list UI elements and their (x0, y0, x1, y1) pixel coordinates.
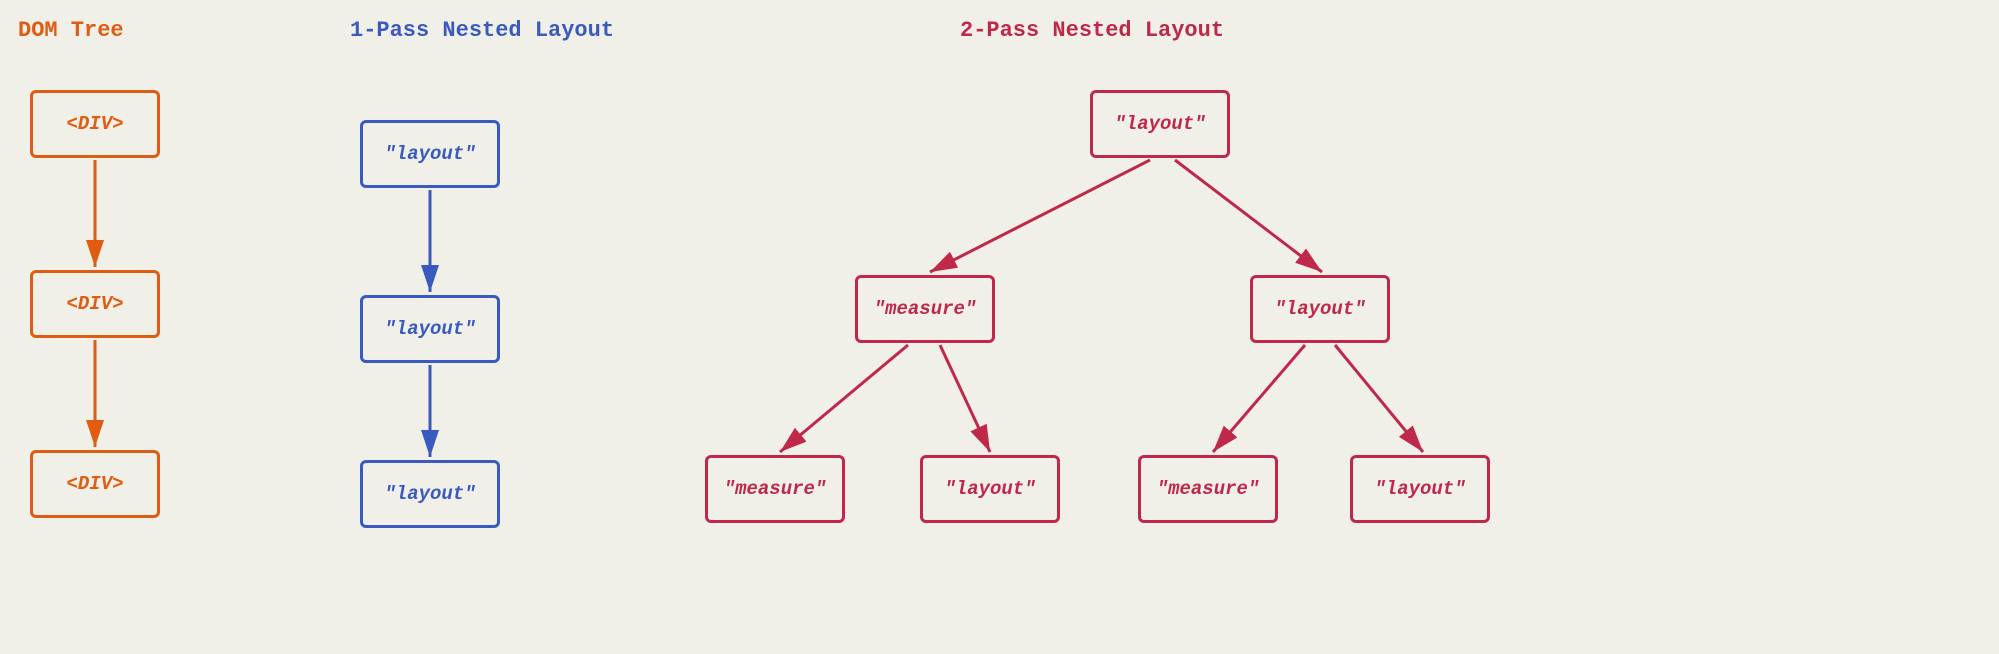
twopass-l3-layout2: "layout" (1350, 455, 1490, 523)
title-2pass: 2-Pass Nested Layout (960, 18, 1224, 43)
title-dom-tree: DOM Tree (18, 18, 124, 43)
title-1pass: 1-Pass Nested Layout (350, 18, 614, 43)
twopass-arrow-root-measure (930, 160, 1150, 272)
dom-node-3: <DIV> (30, 450, 160, 518)
twopass-arrow-layout-m2 (1213, 345, 1305, 452)
dom-node-1: <DIV> (30, 90, 160, 158)
twopass-root: "layout" (1090, 90, 1230, 158)
twopass-l3-layout1: "layout" (920, 455, 1060, 523)
twopass-arrow-measure-l1 (940, 345, 990, 452)
onepass-node-1: "layout" (360, 120, 500, 188)
diagram-container: DOM Tree 1-Pass Nested Layout 2-Pass Nes… (0, 0, 1999, 654)
onepass-node-2: "layout" (360, 295, 500, 363)
dom-node-2: <DIV> (30, 270, 160, 338)
twopass-l2-layout: "layout" (1250, 275, 1390, 343)
twopass-arrow-measure-m1 (780, 345, 908, 452)
twopass-arrow-root-layout (1175, 160, 1322, 272)
twopass-arrow-layout-l2 (1335, 345, 1423, 452)
twopass-l3-measure2: "measure" (1138, 455, 1278, 523)
onepass-node-3: "layout" (360, 460, 500, 528)
twopass-l3-measure1: "measure" (705, 455, 845, 523)
arrows-svg (0, 0, 1999, 654)
twopass-l2-measure: "measure" (855, 275, 995, 343)
